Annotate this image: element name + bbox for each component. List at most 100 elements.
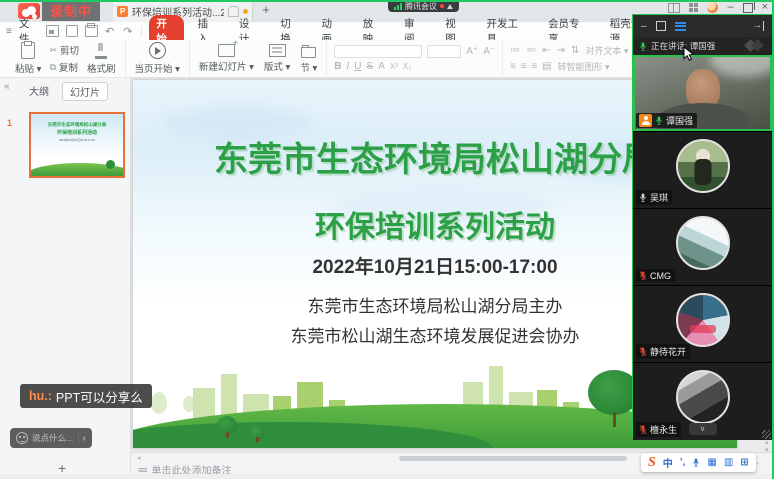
participant-tile-1[interactable]: 谭国强 — [633, 55, 772, 132]
outdent-button[interactable]: ⇤ — [542, 45, 551, 56]
participant-tile-4[interactable]: 静待花开 — [633, 286, 772, 363]
scissors-icon: ✂ — [49, 45, 57, 56]
collapse-list-button[interactable]: ∨ — [689, 423, 717, 435]
bullets-button[interactable]: ≔ — [510, 45, 521, 56]
font-size-select[interactable] — [427, 45, 461, 58]
emoji-icon[interactable] — [16, 432, 28, 444]
underline-button[interactable]: U — [354, 61, 361, 72]
unsaved-dot-icon — [243, 9, 248, 14]
play-from-current-button[interactable]: 当页开始 ▾ — [133, 42, 182, 75]
speaking-mic-icon — [639, 41, 647, 52]
restore-button[interactable] — [743, 3, 753, 13]
strikethrough-button[interactable]: S — [367, 61, 374, 72]
participant-name: 吴琪 — [650, 191, 668, 204]
ime-mode-chinese[interactable]: 中 — [663, 455, 673, 470]
meeting-minimize-button[interactable]: – — [641, 21, 647, 32]
participant-tile-2[interactable]: 吴琪 — [633, 132, 772, 209]
alignment-buttons[interactable]: ≡ ≡ ≡ ▤ — [510, 61, 552, 72]
divider — [78, 433, 79, 444]
layout-view-icon[interactable] — [675, 22, 686, 31]
slideshow-group: 当页开始 ▾ — [126, 40, 190, 77]
to-smartart-button[interactable]: 转智能图形 ▾ — [557, 60, 609, 73]
exit-panel-icon[interactable]: → — [752, 21, 764, 31]
thumb-title2: 环保培训系列活动 — [31, 129, 123, 136]
font-family-select[interactable] — [334, 45, 422, 58]
hamburger-icon[interactable]: ≡ — [6, 26, 12, 37]
collapse-panel-icon[interactable]: « — [4, 81, 10, 92]
resize-handle[interactable] — [762, 430, 771, 439]
redo-button[interactable]: ↷ — [123, 25, 134, 38]
subscript-button[interactable]: X₂ — [403, 62, 411, 71]
slide-thumbnail[interactable]: 东莞市生态环境局松山湖分局 环保培训系列活动 2022年10月21日15:00-… — [29, 112, 125, 178]
presentation-file-icon: P — [117, 6, 128, 17]
tab-slides[interactable]: 幻灯片 — [62, 82, 108, 101]
format-painter-button[interactable]: 格式刷 — [85, 43, 118, 75]
tab-outline[interactable]: 大纲 — [22, 82, 56, 101]
slide-number: 1 — [7, 118, 12, 128]
paste-icon — [21, 42, 35, 59]
ime-toolbar[interactable]: S 中 ’, ▦ ▥ ⊞ — [641, 453, 756, 472]
cut-button[interactable]: ✂剪切 — [49, 43, 79, 57]
ime-mic-icon[interactable] — [692, 457, 700, 468]
host-badge-icon — [639, 114, 652, 127]
signal-icon — [394, 3, 402, 10]
indent-button[interactable]: ⇥ — [557, 45, 566, 56]
participant-avatar — [676, 139, 730, 193]
thumb-title1: 东莞市生态环境局松山湖分局 — [36, 121, 119, 127]
font-increase-button[interactable]: A⁺ — [466, 46, 478, 57]
close-button[interactable]: × — [762, 1, 768, 14]
numbering-button[interactable]: ≕ — [526, 45, 537, 56]
participant-label: 檀永生 — [636, 422, 681, 437]
ime-punctuation[interactable]: ’, — [680, 457, 686, 468]
participant-avatar — [676, 216, 730, 270]
recording-badge: 录制中 — [42, 0, 100, 21]
line-spacing-button[interactable]: ⇅ — [571, 45, 580, 56]
ime-skin-icon[interactable]: ▥ — [724, 457, 733, 468]
new-slide-button[interactable]: 新建幻灯片 ▾ — [197, 44, 256, 73]
undo-button[interactable]: ↶ — [105, 25, 116, 38]
participant-name: 檀永生 — [650, 423, 677, 436]
italic-button[interactable]: I — [347, 61, 350, 72]
sogou-logo-icon[interactable]: S — [648, 455, 656, 471]
copy-button[interactable]: ⧉复制 — [49, 60, 79, 74]
thumb-tree — [106, 160, 115, 169]
output-icon[interactable] — [66, 25, 79, 37]
superscript-button[interactable]: X² — [390, 62, 398, 71]
save-icon[interactable] — [46, 25, 59, 37]
meeting-panel: – → 正在讲话: 谭国强 谭国强 吴琪 — [632, 14, 773, 437]
vertical-scroll-arrows[interactable]: ▴▾ — [765, 439, 769, 455]
chat-collapse-button[interactable]: ‹ — [83, 433, 86, 444]
participant-tile-3[interactable]: CMG — [633, 209, 772, 286]
minimize-button[interactable]: – — [727, 1, 733, 14]
horizontal-scrollbar[interactable]: ◂ — [137, 456, 637, 461]
participant-label: CMG — [636, 269, 675, 282]
window-controls: – × — [668, 1, 768, 14]
ime-grid-icon[interactable]: ⊞ — [740, 457, 748, 468]
format-painter-icon — [95, 43, 107, 59]
participant-name: 谭国强 — [666, 114, 693, 127]
account-avatar[interactable] — [707, 2, 718, 13]
scrollbar-thumb[interactable] — [399, 456, 627, 461]
thumbnail-slide-preview: 东莞市生态环境局松山湖分局 环保培训系列活动 2022年10月21日15:00-… — [31, 114, 123, 176]
bold-button[interactable]: B — [334, 61, 341, 72]
paste-button[interactable]: 粘贴 ▾ — [13, 42, 43, 75]
meeting-restore-button[interactable] — [656, 21, 666, 31]
align-text-button[interactable]: 对齐文本 ▾ — [585, 44, 628, 57]
ime-keyboard-icon[interactable]: ▦ — [707, 457, 716, 468]
new-slide-icon — [218, 44, 235, 57]
participant-name: 静待花开 — [650, 345, 686, 358]
notes-icon: ≡≡ — [138, 465, 147, 475]
apps-grid-icon[interactable] — [689, 3, 698, 12]
mic-muted-icon — [639, 270, 647, 281]
print-icon[interactable] — [85, 25, 98, 37]
participant-label: 谭国强 — [636, 113, 697, 128]
scroll-left-icon[interactable]: ◂ — [137, 454, 141, 462]
split-view-icon[interactable] — [668, 3, 680, 13]
layout-button[interactable]: 版式 ▾ — [262, 44, 292, 73]
font-decrease-button[interactable]: A⁻ — [483, 46, 495, 57]
section-button[interactable]: 节 ▾ — [298, 44, 319, 74]
chat-input[interactable]: 说点什么... ‹ — [10, 428, 92, 448]
participant-tile-5[interactable]: ∨ 檀永生 — [633, 363, 772, 440]
active-speaker-bar: 正在讲话: 谭国强 — [633, 37, 772, 55]
font-color-button[interactable]: A — [378, 61, 385, 72]
